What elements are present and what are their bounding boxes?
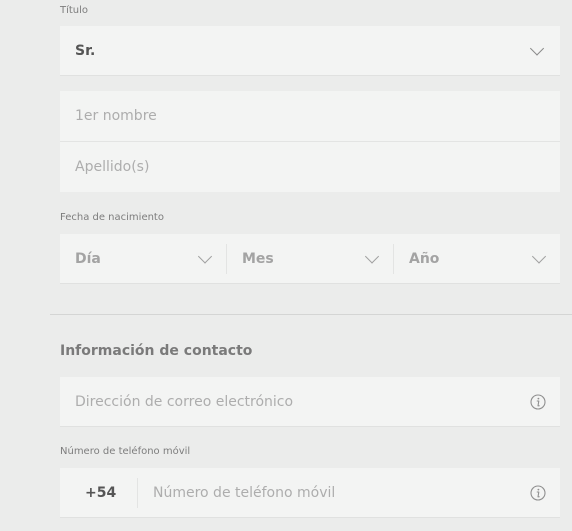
phone-number-placeholder: Número de teléfono móvil [153, 485, 336, 501]
chevron-down-icon [364, 249, 380, 264]
title-select-value: Sr. [75, 42, 96, 59]
last-name-input[interactable]: Apellido(s) [60, 142, 560, 192]
info-icon[interactable] [530, 393, 546, 410]
month-select-value: Mes [242, 251, 274, 267]
year-select-value: Año [409, 251, 440, 267]
last-name-placeholder: Apellido(s) [75, 159, 150, 175]
section-divider [50, 314, 572, 315]
month-select[interactable]: Mes [227, 234, 393, 284]
day-select-value: Día [75, 251, 101, 267]
phone-number-input[interactable]: Número de teléfono móvil [138, 468, 560, 518]
title-label: Título [60, 5, 89, 16]
chevron-down-icon [531, 249, 547, 264]
registration-form: Título Sr. 1er nombre Apellido(s) Fecha … [0, 0, 572, 531]
day-select[interactable]: Día [60, 234, 226, 284]
email-placeholder: Dirección de correo electrónico [75, 393, 294, 410]
info-icon[interactable] [530, 485, 546, 501]
phone-field: +54 Número de teléfono móvil [60, 468, 560, 518]
first-name-input[interactable]: 1er nombre [60, 91, 560, 141]
first-name-placeholder: 1er nombre [75, 108, 157, 124]
phone-label: Número de teléfono móvil [60, 446, 191, 457]
chevron-down-icon [197, 249, 213, 264]
year-select[interactable]: Año [394, 234, 560, 284]
contact-section-title: Información de contacto [60, 343, 253, 359]
country-code-value: +54 [85, 485, 117, 501]
email-field[interactable]: Dirección de correo electrónico [60, 377, 560, 427]
country-code-select[interactable]: +54 [60, 468, 137, 518]
chevron-down-icon [529, 40, 545, 56]
title-select[interactable]: Sr. [60, 26, 560, 76]
birth-date-group: Día Mes Año [60, 234, 560, 284]
birth-date-label: Fecha de nacimiento [60, 212, 164, 223]
name-group: 1er nombre Apellido(s) [60, 91, 560, 192]
